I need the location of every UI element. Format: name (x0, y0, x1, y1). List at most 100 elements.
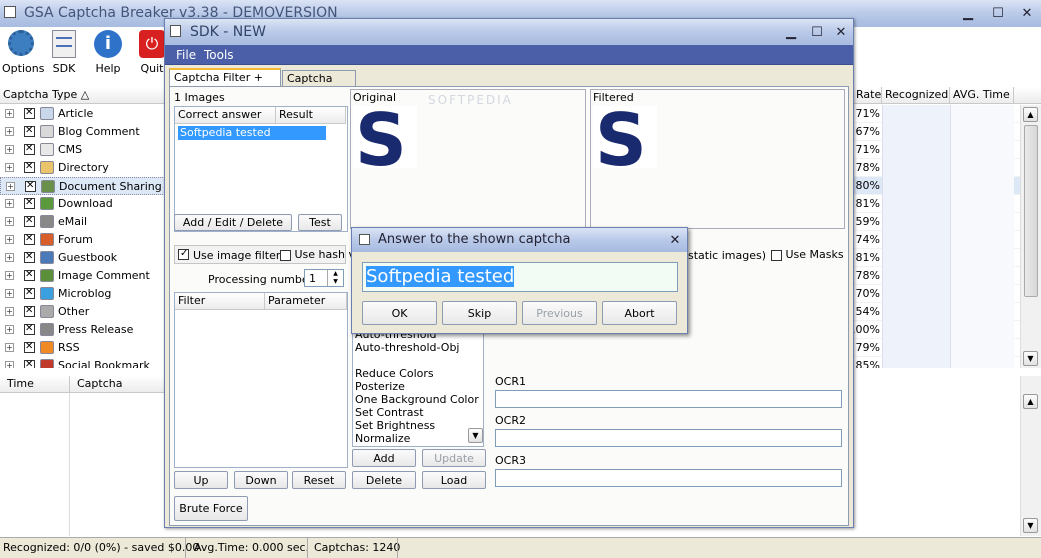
enabled-checkbox[interactable] (24, 323, 35, 335)
list-item[interactable]: + CMS (0, 141, 165, 159)
expand-icon[interactable]: + (5, 253, 14, 262)
use-hash-checkbox[interactable]: Use hash va (280, 248, 362, 261)
expand-icon[interactable]: + (5, 343, 14, 352)
delete-button[interactable]: Delete (352, 471, 416, 489)
dialog-close-icon[interactable]: ✕ (662, 231, 688, 249)
parameter-header[interactable]: Parameter (265, 293, 347, 310)
up-button[interactable]: Up (174, 471, 228, 489)
expand-icon[interactable]: + (5, 109, 14, 118)
expand-icon[interactable]: + (5, 361, 14, 368)
sdk-button[interactable]: SDK (48, 30, 80, 75)
expand-icon[interactable]: + (5, 127, 14, 136)
filter-item[interactable]: Reduce Colors (355, 367, 479, 380)
expand-icon[interactable]: + (5, 163, 14, 172)
list-item[interactable]: + Image Comment (0, 267, 165, 285)
filter-item[interactable] (355, 354, 479, 367)
ocr2-field[interactable] (495, 429, 842, 447)
result-header[interactable]: Result (276, 107, 346, 124)
expand-icon[interactable]: + (5, 217, 14, 226)
enabled-checkbox[interactable] (24, 125, 35, 137)
list-item[interactable]: + eMail (0, 213, 165, 231)
expand-icon[interactable]: + (5, 235, 14, 244)
close-icon[interactable]: ✕ (1014, 4, 1040, 22)
enabled-checkbox[interactable] (24, 143, 35, 155)
recognized-header[interactable]: Recognized (882, 87, 950, 104)
expand-icon[interactable]: + (5, 289, 14, 298)
available-filters-list[interactable]: Auto-threshold Auto-threshold-Obj Reduce C… (352, 323, 484, 447)
dialog-title-bar[interactable]: Answer to the shown captcha ✕ (352, 228, 687, 252)
expand-icon[interactable]: + (5, 271, 14, 280)
filter-item[interactable]: Set Brightness (355, 419, 479, 432)
enabled-checkbox[interactable] (24, 359, 35, 368)
list-item[interactable]: + Blog Comment (0, 123, 165, 141)
processing-number-input[interactable]: 1 ▲ ▼ (304, 269, 344, 287)
filter-item[interactable]: Normalize (355, 432, 479, 445)
list-item[interactable]: + Document Sharing (0, 177, 165, 195)
list-item[interactable]: + Guestbook (0, 249, 165, 267)
tab-captcha-info[interactable]: Captcha Info (282, 70, 356, 98)
filter-item[interactable]: One Background Color (355, 393, 479, 406)
menu-file[interactable]: File (176, 48, 196, 62)
ocr1-field[interactable] (495, 390, 842, 408)
list-item[interactable]: + Forum (0, 231, 165, 249)
help-button[interactable]: i Help (92, 30, 124, 75)
sdk-title-bar[interactable]: SDK - NEW ▁ ☐ ✕ (165, 19, 853, 45)
captcha-type-header[interactable]: Captcha Type △ (0, 87, 165, 104)
answer-input[interactable]: Softpedia tested (362, 262, 678, 292)
log-scroll-up-icon[interactable]: ▲ (1023, 394, 1038, 409)
list-item[interactable]: + Article (0, 105, 165, 123)
abort-button[interactable]: Abort (602, 301, 677, 325)
reset-button[interactable]: Reset (292, 471, 346, 489)
options-button[interactable]: Options (2, 30, 44, 75)
log-scrollbar[interactable]: ▲ ▼ (1020, 376, 1041, 536)
list-item[interactable]: Softpedia tested (178, 126, 326, 140)
update-button[interactable]: Update (422, 449, 486, 467)
use-masks-checkbox[interactable]: Use Masks (771, 248, 844, 261)
brute-force-button[interactable]: Brute Force (174, 496, 248, 521)
enabled-checkbox[interactable] (24, 197, 35, 209)
expand-icon[interactable]: + (5, 307, 14, 316)
scroll-down-icon[interactable]: ▼ (1023, 351, 1038, 366)
load-button[interactable]: Load (422, 471, 486, 489)
filter-item[interactable]: Posterize (355, 380, 479, 393)
quit-button[interactable]: ⏻ Quit (137, 30, 167, 75)
enabled-checkbox[interactable] (24, 161, 35, 173)
expand-icon[interactable]: + (6, 182, 15, 191)
list-item[interactable]: + Press Release (0, 321, 165, 339)
expand-icon[interactable]: + (5, 199, 14, 208)
minimize-icon[interactable]: ▁ (955, 4, 981, 22)
filter-item[interactable]: Auto-threshold-Obj (355, 341, 479, 354)
sdk-close-icon[interactable]: ✕ (828, 23, 854, 41)
test-button[interactable]: Test (298, 214, 342, 231)
expand-icon[interactable]: + (5, 325, 14, 334)
tab-captcha-filter[interactable]: Captcha Filter + Test (169, 68, 281, 97)
captcha-header[interactable]: Captcha (70, 376, 166, 393)
scroll-thumb[interactable] (1024, 125, 1038, 297)
list-item[interactable]: + Social Bookmark (0, 357, 165, 368)
filter-list[interactable]: Filter Parameter (174, 292, 348, 468)
enabled-checkbox[interactable] (24, 305, 35, 317)
list-item[interactable]: + Other (0, 303, 165, 321)
sdk-maximize-icon[interactable]: ☐ (804, 23, 830, 41)
enabled-checkbox[interactable] (24, 251, 35, 263)
enabled-checkbox[interactable] (24, 233, 35, 245)
add-button[interactable]: Add (352, 449, 416, 467)
rate-header[interactable]: Rate (853, 87, 882, 104)
log-scroll-down-icon[interactable]: ▼ (1023, 518, 1038, 533)
enabled-checkbox[interactable] (25, 180, 36, 192)
time-header[interactable]: Time (0, 376, 70, 393)
enabled-checkbox[interactable] (24, 287, 35, 299)
menu-tools[interactable]: Tools (204, 48, 234, 62)
captcha-type-list[interactable]: + Article + Blog Comment + CMS + Directory + Docu… (0, 105, 165, 368)
avg-time-header[interactable]: AVG. Time (950, 87, 1014, 104)
list-scrollbar[interactable]: ▲ ▼ (1020, 105, 1041, 368)
scroll-up-icon[interactable]: ▲ (1023, 107, 1038, 122)
list-item[interactable]: + Directory (0, 159, 165, 177)
enabled-checkbox[interactable] (24, 269, 35, 281)
skip-button[interactable]: Skip (442, 301, 517, 325)
down-button[interactable]: Down (234, 471, 288, 489)
add-edit-delete-button[interactable]: Add / Edit / Delete (174, 214, 292, 231)
previous-button[interactable]: Previous (522, 301, 597, 325)
filters-scroll-down-icon[interactable]: ▼ (468, 428, 483, 443)
sdk-minimize-icon[interactable]: ▁ (778, 23, 804, 41)
